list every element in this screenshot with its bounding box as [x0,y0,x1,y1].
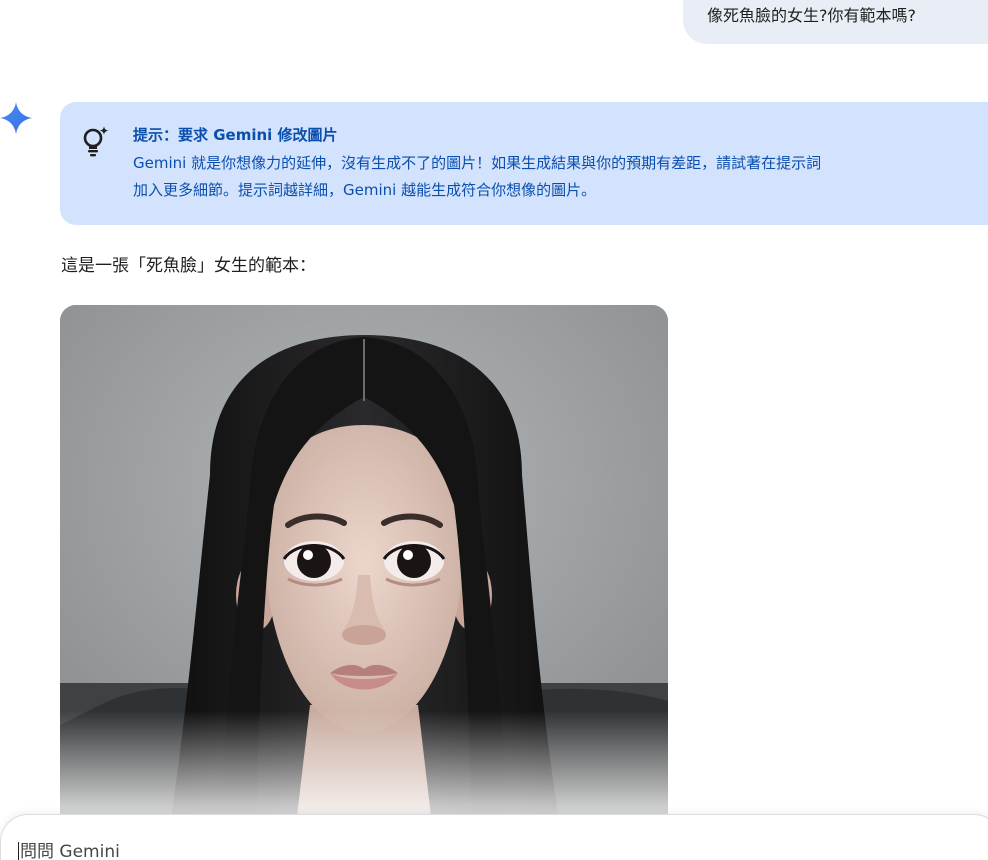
prompt-input[interactable]: 問問 Gemini [20,841,120,860]
prompt-input-box[interactable] [0,814,988,860]
user-message-text: 像死魚臉的女生?你有範本嗎? [707,6,916,25]
gemini-spark-icon [0,102,32,134]
portrait-illustration [60,305,668,825]
tip-title: 提示：要求 Gemini 修改圖片 [133,126,338,144]
generated-image[interactable] [60,305,668,825]
chat-page: 像死魚臉的女生?你有範本嗎? 提示：要求 Gemini 修改圖片 Gemini … [0,0,988,860]
user-message-bubble: 像死魚臉的女生?你有範本嗎? [683,0,988,44]
lightbulb-sparkle-icon [83,126,109,157]
tip-body-line: Gemini 就是你想像力的延伸，沒有生成不了的圖片！如果生成結果與你的預期有差… [133,154,822,172]
response-text: 這是一張「死魚臉」女生的範本： [61,256,316,276]
tip-card: 提示：要求 Gemini 修改圖片 Gemini 就是你想像力的延伸，沒有生成不… [60,102,988,225]
tip-body-line: 加入更多細節。提示詞越詳細，Gemini 越能生成符合你想像的圖片。 [133,181,597,199]
tip-body: Gemini 就是你想像力的延伸，沒有生成不了的圖片！如果生成結果與你的預期有差… [133,150,988,204]
text-cursor [18,842,19,860]
